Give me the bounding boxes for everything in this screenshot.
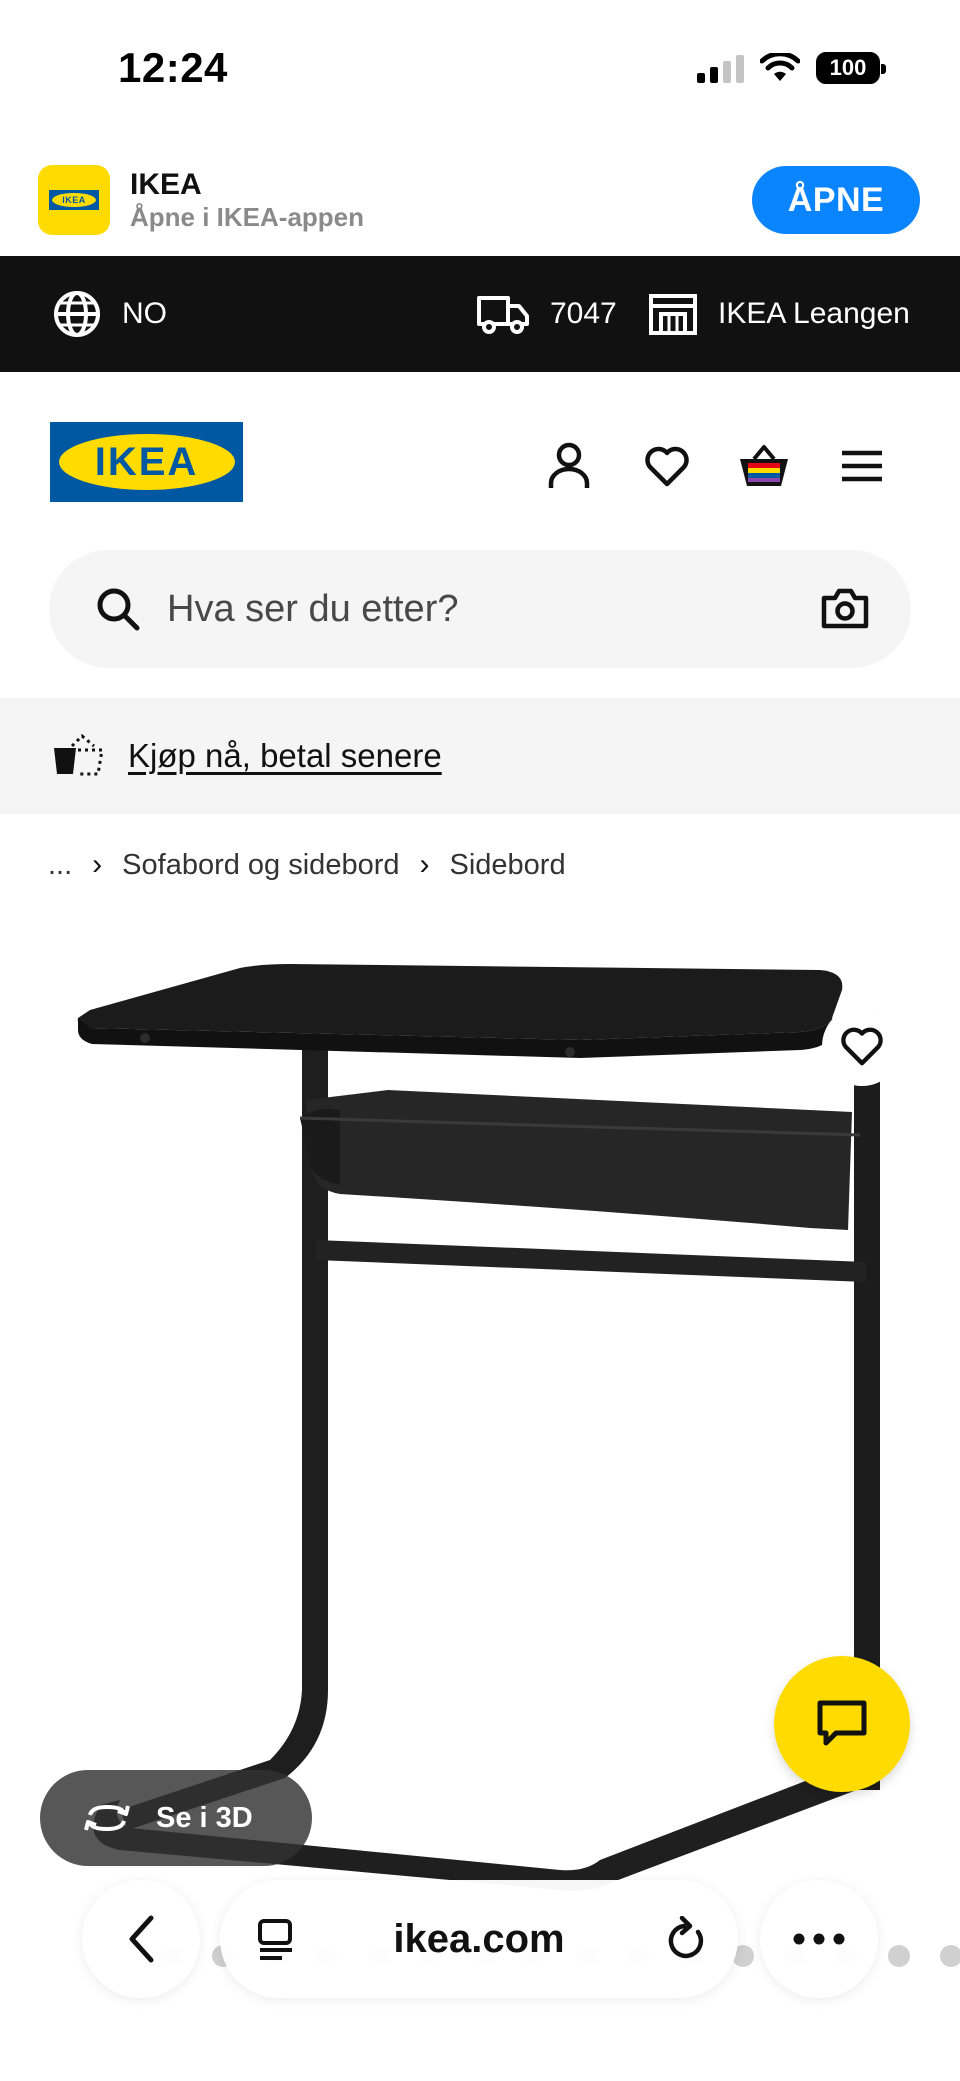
user-icon[interactable] [541, 438, 597, 494]
chevron-right-icon: › [419, 848, 430, 881]
chevron-right-icon: › [92, 848, 103, 881]
breadcrumb-item-side-tables[interactable]: Sidebord [449, 849, 565, 882]
site-header: IKEA [0, 372, 960, 552]
status-bar: 12:24 100 [0, 0, 960, 140]
smart-app-banner: IKEA IKEA Åpne i IKEA-appen ÅPNE [0, 140, 960, 256]
browser-url: ikea.com [393, 1916, 565, 1961]
search-input[interactable] [167, 550, 727, 668]
info-bar: NO 7047 IKEA Leangen [0, 256, 960, 372]
heart-icon[interactable] [639, 438, 695, 494]
store-icon [649, 294, 697, 335]
wifi-icon [760, 53, 800, 81]
reload-icon[interactable] [664, 1916, 708, 1962]
basket-icon[interactable] [736, 438, 792, 494]
battery-icon: 100 [816, 52, 886, 84]
status-icons: 100 [697, 52, 886, 84]
app-icon: IKEA [38, 165, 110, 235]
pay-later-icon [54, 733, 104, 776]
store-label: IKEA Leangen [718, 297, 910, 330]
globe-icon [54, 291, 100, 337]
view-in-3d-button[interactable]: Se i 3D [40, 1770, 312, 1866]
heart-icon [841, 1027, 883, 1066]
chat-icon [817, 1700, 867, 1746]
app-subtitle: Åpne i IKEA-appen [130, 202, 365, 232]
browser-more-button[interactable] [760, 1880, 878, 1998]
breadcrumb: ... › Sofabord og sidebord › Sidebord [48, 840, 566, 890]
rotate-3d-icon [84, 1804, 130, 1832]
app-name: IKEA [130, 168, 202, 201]
breadcrumb-ellipsis[interactable]: ... [48, 849, 72, 882]
store-selector[interactable]: IKEA Leangen [648, 256, 910, 372]
side-table-illustration [77, 964, 880, 1891]
more-icon [793, 1933, 845, 1945]
camera-icon[interactable] [821, 586, 869, 630]
chat-button[interactable] [774, 1656, 910, 1792]
browser-back-button[interactable] [82, 1880, 200, 1998]
breadcrumb-item-coffee-side-tables[interactable]: Sofabord og sidebord [122, 849, 399, 882]
pay-later-banner: Kjøp nå, betal senere [0, 698, 960, 814]
country-selector[interactable]: NO [52, 256, 167, 372]
add-to-favourites-button[interactable] [822, 1006, 902, 1086]
truck-icon [477, 296, 529, 334]
ikea-logo[interactable]: IKEA [50, 422, 243, 502]
status-time: 12:24 [118, 44, 228, 91]
signal-icon [697, 53, 744, 83]
postcode-selector[interactable]: 7047 [476, 256, 617, 372]
view-in-3d-label: Se i 3D [156, 1801, 253, 1834]
menu-icon[interactable] [834, 438, 890, 494]
back-chevron-icon [129, 1915, 154, 1963]
search-bar[interactable] [49, 550, 911, 668]
country-label: NO [122, 297, 167, 330]
open-app-button[interactable]: ÅPNE [752, 166, 920, 234]
browser-address-bar[interactable]: ikea.com [220, 1880, 738, 1998]
postcode-label: 7047 [550, 297, 617, 330]
pay-later-link[interactable]: Kjøp nå, betal senere [128, 698, 442, 814]
search-icon [97, 588, 140, 631]
